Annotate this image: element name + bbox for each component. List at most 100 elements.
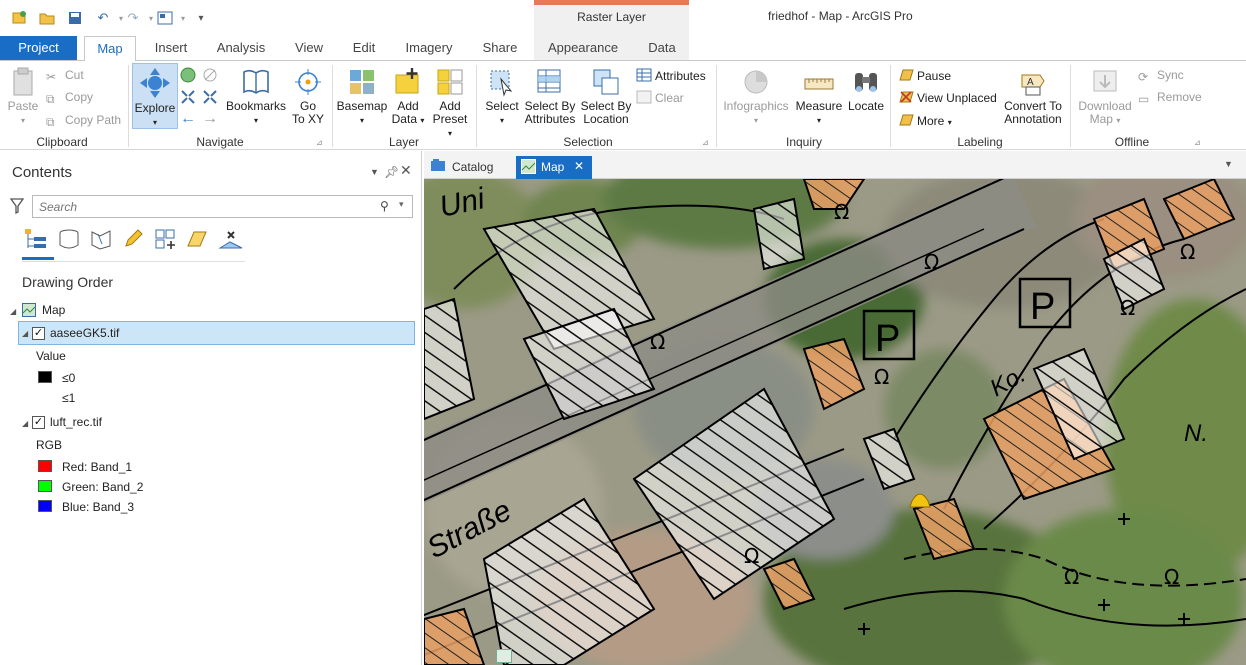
tab-view[interactable]: View <box>288 36 330 60</box>
more-labeling-button[interactable]: More ▾ <box>898 113 952 130</box>
next-extent-icon[interactable]: → <box>202 111 218 127</box>
fixed-zoom-icon[interactable] <box>202 67 218 86</box>
tab-data[interactable]: Data <box>640 36 684 60</box>
select-by-attributes-button[interactable]: Select By Attributes <box>522 67 578 126</box>
collapse-map-icon[interactable]: ◢ <box>10 307 16 316</box>
list-by-editing-icon[interactable] <box>122 228 144 253</box>
map-node-label[interactable]: Map <box>42 303 65 317</box>
undo-icon[interactable]: ↶ <box>94 9 112 27</box>
map-tab-icon <box>521 159 537 177</box>
map-icon <box>22 303 36 320</box>
catalog-icon <box>430 158 446 175</box>
list-by-drawing-order-icon[interactable] <box>24 227 50 254</box>
filter-icon[interactable] <box>9 198 25 217</box>
map-view-tab[interactable]: Map ✕ <box>516 156 592 179</box>
tab-analysis[interactable]: Analysis <box>210 36 272 60</box>
new-project-icon[interactable] <box>10 9 28 27</box>
convert-to-annotation-button[interactable]: A Convert To Annotation <box>1000 67 1066 126</box>
pause-label-icon <box>898 68 914 82</box>
go-to-xy-button[interactable]: Go To XY <box>290 67 326 126</box>
offline-launcher-icon[interactable]: ⊿ <box>1194 138 1201 147</box>
green-band-swatch[interactable] <box>38 480 52 492</box>
blue-band-swatch[interactable] <box>38 500 52 512</box>
svg-text:Ω: Ω <box>924 250 939 274</box>
redo-icon[interactable]: ↷ <box>124 9 142 27</box>
download-map-button[interactable]: Download Map ▾ <box>1074 67 1136 127</box>
tab-edit[interactable]: Edit <box>344 36 384 60</box>
layer1-name[interactable]: aaseeGK5.tif <box>50 326 119 340</box>
explore-button[interactable]: Explore ▾ <box>132 63 178 129</box>
bookmarks-button[interactable]: Bookmarks ▾ <box>226 67 286 127</box>
select-by-location-button[interactable]: Select By Location <box>580 67 632 126</box>
layer2-name[interactable]: luft_rec.tif <box>50 415 102 429</box>
layout-icon[interactable] <box>156 9 174 27</box>
search-icon[interactable]: ⚲ <box>380 199 389 213</box>
class1-swatch[interactable] <box>38 371 52 383</box>
pane-options-icon[interactable]: ▼ <box>370 167 379 177</box>
list-by-perspective-icon[interactable] <box>218 228 244 253</box>
group-separator <box>476 65 477 147</box>
remove-button[interactable]: ▭ Remove <box>1138 90 1202 106</box>
tab-imagery[interactable]: Imagery <box>398 36 460 60</box>
zoom-out-icon[interactable] <box>202 89 218 108</box>
search-box: ⚲ ▾ <box>32 195 413 218</box>
collapse-layer1-icon[interactable]: ◢ <box>22 329 28 338</box>
catalog-view-tab[interactable]: Catalog <box>426 156 512 178</box>
open-folder-icon[interactable] <box>38 9 56 27</box>
tab-map[interactable]: Map <box>84 36 136 61</box>
previous-extent-icon[interactable]: ← <box>180 111 196 127</box>
list-by-selection-icon[interactable] <box>90 228 112 253</box>
red-band-swatch[interactable] <box>38 460 52 472</box>
attributes-button[interactable]: Attributes <box>636 68 706 83</box>
search-input[interactable] <box>39 199 369 215</box>
full-extent-icon[interactable] <box>180 67 196 86</box>
layer2-visibility-checkbox[interactable]: ✓ <box>32 416 45 429</box>
basemap-button[interactable]: Basemap ▾ <box>336 67 388 127</box>
selection-launcher-icon[interactable]: ⊿ <box>702 138 709 147</box>
copy-path-icon: ⧉ <box>46 115 55 129</box>
close-pane-icon[interactable]: ✕ <box>400 162 412 179</box>
copy-path-button[interactable]: ⧉ Copy Path <box>46 113 121 129</box>
sync-button[interactable]: ⟳ Sync <box>1138 68 1184 84</box>
tab-insert[interactable]: Insert <box>146 36 196 60</box>
tab-share[interactable]: Share <box>474 36 526 60</box>
navigate-launcher-icon[interactable]: ⊿ <box>316 138 323 147</box>
pause-label: Pause <box>917 69 952 83</box>
go-to-xy-label-1: Go <box>299 99 316 113</box>
paste-button[interactable]: Paste ▾ <box>4 67 42 127</box>
zoom-in-icon[interactable] <box>180 89 196 108</box>
infographics-button[interactable]: Infographics ▾ <box>720 67 792 127</box>
list-by-labeling-icon[interactable] <box>186 228 208 253</box>
select-button[interactable]: Select ▾ <box>482 67 522 127</box>
view-unplaced-button[interactable]: View Unplaced <box>898 90 997 105</box>
search-dropdown-icon[interactable]: ▾ <box>399 199 404 210</box>
pause-labeling-button[interactable]: Pause <box>898 68 951 83</box>
list-by-snapping-icon[interactable] <box>154 228 178 253</box>
add-preset-button[interactable]: Add Preset ▾ <box>430 67 470 140</box>
add-data-button[interactable]: Add Data ▾ <box>390 67 426 127</box>
context-stripe <box>534 0 689 5</box>
pin-icon[interactable]: 📌︎ <box>384 165 399 179</box>
catalog-tab-label: Catalog <box>452 160 494 174</box>
layer2-mode-label: RGB <box>36 438 63 452</box>
measure-button[interactable]: Measure ▾ <box>794 67 844 127</box>
layout-dropdown-icon[interactable]: ▾ <box>174 9 192 27</box>
locate-button[interactable]: Locate <box>846 67 886 113</box>
cut-button[interactable]: ✂ Cut <box>46 68 84 84</box>
close-map-tab-icon[interactable]: ✕ <box>574 159 584 173</box>
list-by-source-icon[interactable] <box>58 228 80 253</box>
clear-button[interactable]: Clear <box>636 90 684 105</box>
svg-text:Ω: Ω <box>874 365 889 389</box>
map-status-icon[interactable] <box>496 649 512 663</box>
map-view[interactable]: P P ΩΩΩ ΩΩΩ ΩΩΩ Uni Straße Ko. N. <box>424 179 1246 665</box>
tab-appearance[interactable]: Appearance <box>540 36 626 60</box>
customize-qat-icon[interactable]: ▾ <box>192 9 210 27</box>
tab-project[interactable]: Project <box>0 36 77 60</box>
map-canvas[interactable]: P P ΩΩΩ ΩΩΩ Ω ΩΩ Uni Straße Ko. N. <box>424 179 1246 665</box>
save-icon[interactable] <box>66 9 84 27</box>
select-by-attributes-label-2: Attributes <box>524 112 576 126</box>
collapse-layer2-icon[interactable]: ◢ <box>22 419 28 428</box>
copy-button[interactable]: ⧉ Copy <box>46 90 93 106</box>
view-tab-options-icon[interactable]: ▼ <box>1224 159 1233 169</box>
layer1-visibility-checkbox[interactable]: ✓ <box>32 327 45 340</box>
